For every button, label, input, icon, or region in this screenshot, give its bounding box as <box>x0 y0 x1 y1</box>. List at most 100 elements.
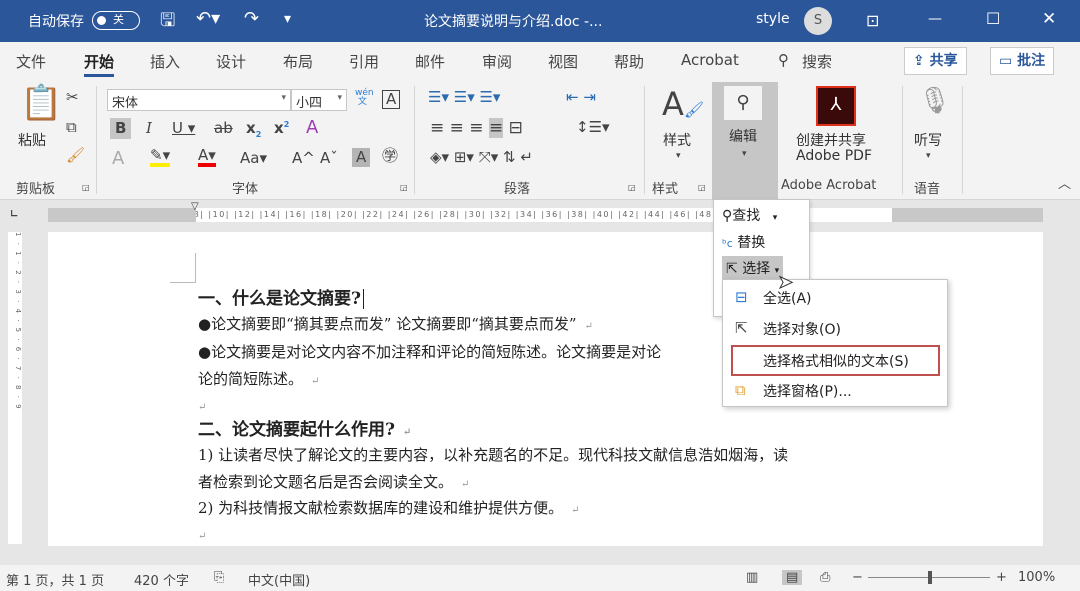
dialog-launcher-icon[interactable]: ◲ <box>400 184 408 192</box>
microphone-icon[interactable]: 🎙 <box>918 88 951 114</box>
avatar[interactable]: S <box>804 7 832 35</box>
superscript-button[interactable]: x2 <box>274 121 289 136</box>
change-case-label: Aa <box>240 149 260 167</box>
line-spacing-icon[interactable]: ↕☰▾ <box>576 120 610 135</box>
adobe-pdf-icon[interactable]: ⅄ <box>816 86 856 126</box>
heading-1[interactable]: 一、什么是论文摘要? <box>198 284 364 309</box>
create-pdf-line2[interactable]: Adobe PDF <box>796 148 872 164</box>
replace-button[interactable]: ᵇc 替换 <box>722 232 765 252</box>
enclose-characters-icon[interactable]: ㊫ <box>382 148 398 164</box>
collapse-ribbon-icon[interactable]: ︿ <box>1058 178 1071 191</box>
zoom-out-button[interactable]: − <box>852 570 863 585</box>
clear-formatting-icon[interactable]: A <box>306 119 318 137</box>
select-button[interactable]: ⇱ 选择 ▾ <box>722 256 784 280</box>
underline-button[interactable]: U ▾ <box>172 121 195 136</box>
proofing-icon[interactable]: ⎘ <box>214 570 224 585</box>
page-count[interactable]: 第 1 页，共 1 页 <box>6 570 104 589</box>
strikethrough-button[interactable]: ab <box>214 121 233 136</box>
select-objects-item[interactable]: 选择对象(O) <box>763 319 841 339</box>
paste-icon[interactable]: 📋 <box>20 86 62 120</box>
highlight-color-icon[interactable]: ✎▾ <box>150 148 171 167</box>
doc-line[interactable]: 者检索到论文题名后是否会阅读全文。 ↵ <box>198 471 469 492</box>
tab-references[interactable]: 引用 <box>349 51 379 72</box>
text-effects-icon[interactable]: A <box>112 150 124 168</box>
minimize-button[interactable]: — <box>928 11 942 27</box>
doc-line[interactable]: ●论文摘要是对论文内容不加注释和评论的简短陈述。论文摘要是对论 <box>198 341 661 362</box>
grow-font-icon[interactable]: A^ <box>292 151 315 166</box>
customize-toolbar-icon[interactable]: ▾ <box>284 11 291 27</box>
bullets-icon[interactable]: ☰▾ ☰▾ ☰▾ <box>428 90 500 105</box>
tab-acrobat[interactable]: Acrobat <box>681 51 739 69</box>
find-button[interactable]: ⚲查找 ▾ <box>722 205 777 225</box>
dialog-launcher-icon[interactable]: ◲ <box>82 184 90 192</box>
tab-mailings[interactable]: 邮件 <box>415 51 445 72</box>
change-case-button[interactable]: Aa▾ <box>240 151 267 166</box>
tab-layout[interactable]: 布局 <box>283 51 313 72</box>
phonetic-guide-icon[interactable]: wén 文 <box>355 89 374 107</box>
doc-line[interactable]: ●论文摘要即“摘其要点而发” 论文摘要即“摘其要点而发” ↵ <box>198 313 593 334</box>
doc-line[interactable]: 1) 让读者尽快了解论文的主要内容，以补充题名的不足。现代科技文献信息浩如烟海，… <box>198 444 788 465</box>
indent-icons[interactable]: ⇤ ⇥ <box>566 90 596 105</box>
indent-marker[interactable]: ▽ <box>191 202 199 212</box>
tab-insert[interactable]: 插入 <box>150 51 180 72</box>
web-layout-icon[interactable]: ⎙ <box>820 570 830 585</box>
redo-icon[interactable]: ↷ <box>244 8 259 29</box>
shrink-font-icon[interactable]: Aˇ <box>320 151 338 166</box>
autosave-toggle[interactable]: 关 <box>92 11 140 30</box>
undo-icon[interactable]: ↶▾ <box>196 8 220 29</box>
print-layout-icon[interactable]: ▤ <box>782 570 803 585</box>
editing-button[interactable]: ⚲ 编辑 ▾ <box>712 82 778 200</box>
cut-icon[interactable]: ✂ <box>66 90 79 105</box>
read-mode-icon[interactable]: ▥ <box>746 570 758 585</box>
horizontal-ruler[interactable]: ∟ |8| |6| |4| |2| | |2| |4| |6| |8| |10|… <box>0 200 1080 230</box>
font-color-icon[interactable]: A▾ <box>198 148 216 167</box>
word-count[interactable]: 420 个字 <box>134 570 189 589</box>
styles-icon[interactable]: A🖌 <box>662 88 704 120</box>
dialog-launcher-icon[interactable]: ◲ <box>698 184 706 192</box>
dialog-launcher-icon[interactable]: ◲ <box>628 184 636 192</box>
font-name-select[interactable]: 宋体 ▾ <box>107 89 291 111</box>
doc-line[interactable]: 2) 为科技情报文献检索数据库的建设和维护提供方便。 ↵ <box>198 497 580 518</box>
language[interactable]: 中文(中国) <box>248 570 310 589</box>
alignment-icons[interactable]: ≡ ≡ ≡ ≡ ⊟ <box>430 118 523 138</box>
save-icon[interactable]: 🖫 <box>160 8 175 38</box>
italic-button[interactable]: I <box>146 121 152 136</box>
share-button[interactable]: ⇪ 共享 <box>904 47 967 75</box>
paste-button[interactable]: 粘贴 <box>18 130 46 150</box>
dictate-button[interactable]: 听写 <box>914 130 942 150</box>
create-pdf-line1[interactable]: 创建并共享 <box>796 130 866 150</box>
character-border-icon[interactable]: A <box>382 90 401 109</box>
tab-home[interactable]: 开始 <box>84 51 115 77</box>
tab-review[interactable]: 审阅 <box>482 51 512 72</box>
tab-view[interactable]: 视图 <box>548 51 578 72</box>
zoom-level[interactable]: 100% <box>1018 570 1055 585</box>
doc-line-text: 论的简短陈述。 <box>198 370 304 388</box>
bold-button[interactable]: B <box>110 118 132 139</box>
search-tell-me[interactable]: 搜索 <box>802 51 832 72</box>
group-paragraph: 段落 <box>504 182 531 197</box>
user-name[interactable]: style <box>756 11 790 27</box>
tab-design[interactable]: 设计 <box>216 51 246 72</box>
format-painter-icon[interactable]: 🖌 <box>66 148 85 163</box>
doc-line[interactable]: 论的简短陈述。 ↵ <box>198 368 319 389</box>
shading-icon[interactable]: ◈▾ ⊞▾ ⤧▾ ⇅ ↵ <box>430 150 533 165</box>
zoom-in-button[interactable]: + <box>996 570 1007 585</box>
styles-button[interactable]: 样式 <box>663 130 691 150</box>
search-icon[interactable]: ⚲ <box>778 51 789 69</box>
vertical-ruler[interactable]: 1 · 1 · 2 · 3 · 4 · 5 · 6 · 7 · 8 · 9 <box>8 232 22 544</box>
copy-icon[interactable]: ⧉ <box>66 120 77 135</box>
zoom-slider-thumb[interactable] <box>928 571 932 584</box>
tab-file[interactable]: 文件 <box>16 51 46 72</box>
heading-2[interactable]: 二、论文摘要起什么作用? ↵ <box>198 415 411 440</box>
select-similar-formatting-item[interactable]: 选择格式相似的文本(S) <box>763 351 909 371</box>
font-size-select[interactable]: 小四 ▾ <box>291 89 347 111</box>
ribbon-display-icon[interactable]: ⊡ <box>866 11 879 30</box>
character-shading-icon[interactable]: A <box>352 148 371 167</box>
tab-help[interactable]: 帮助 <box>614 51 644 72</box>
comments-button[interactable]: ▭ 批注 <box>990 47 1055 75</box>
subscript-button[interactable]: x2 <box>246 121 261 139</box>
tab-selector-icon[interactable]: ∟ <box>10 210 18 220</box>
selection-pane-item[interactable]: 选择窗格(P)... <box>763 381 852 401</box>
maximize-button[interactable]: ☐ <box>986 9 1000 28</box>
close-button[interactable]: ✕ <box>1042 9 1056 29</box>
